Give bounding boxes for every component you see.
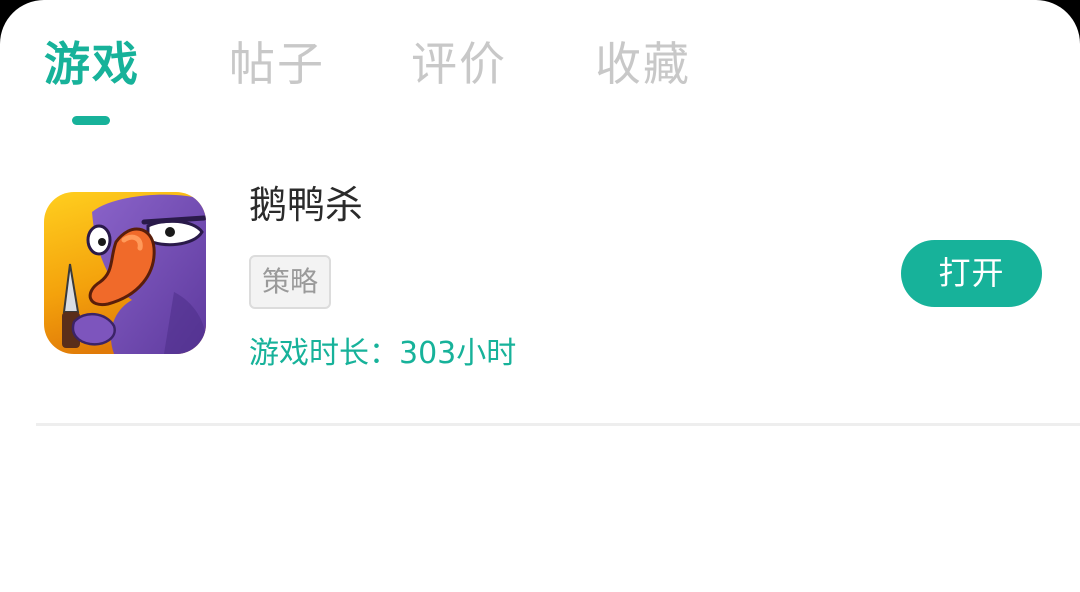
genre-tag: 策略: [249, 255, 332, 309]
tab-bar: 游戏 帖子 评价 收藏: [0, 0, 1080, 130]
list-divider: [36, 423, 1080, 426]
game-list-item[interactable]: 鹅鸭杀 策略 游戏时长：303小时 打开: [0, 160, 1080, 425]
bottom-sheet: 游戏 帖子 评价 收藏 鹅鸭杀 策略 游戏时长：303小时 打开: [0, 0, 1080, 592]
tab-games[interactable]: 游戏: [44, 36, 140, 92]
goose-duck-game-icon[interactable]: [44, 192, 206, 354]
open-game-button[interactable]: 打开: [901, 240, 1042, 307]
game-title[interactable]: 鹅鸭杀: [249, 182, 363, 228]
play-time-label: 游戏时长：303小时: [249, 336, 517, 371]
tab-reviews[interactable]: 评价: [411, 36, 507, 92]
tab-favorites[interactable]: 收藏: [595, 36, 691, 92]
tab-posts[interactable]: 帖子: [229, 36, 325, 92]
active-tab-indicator: [72, 116, 110, 125]
